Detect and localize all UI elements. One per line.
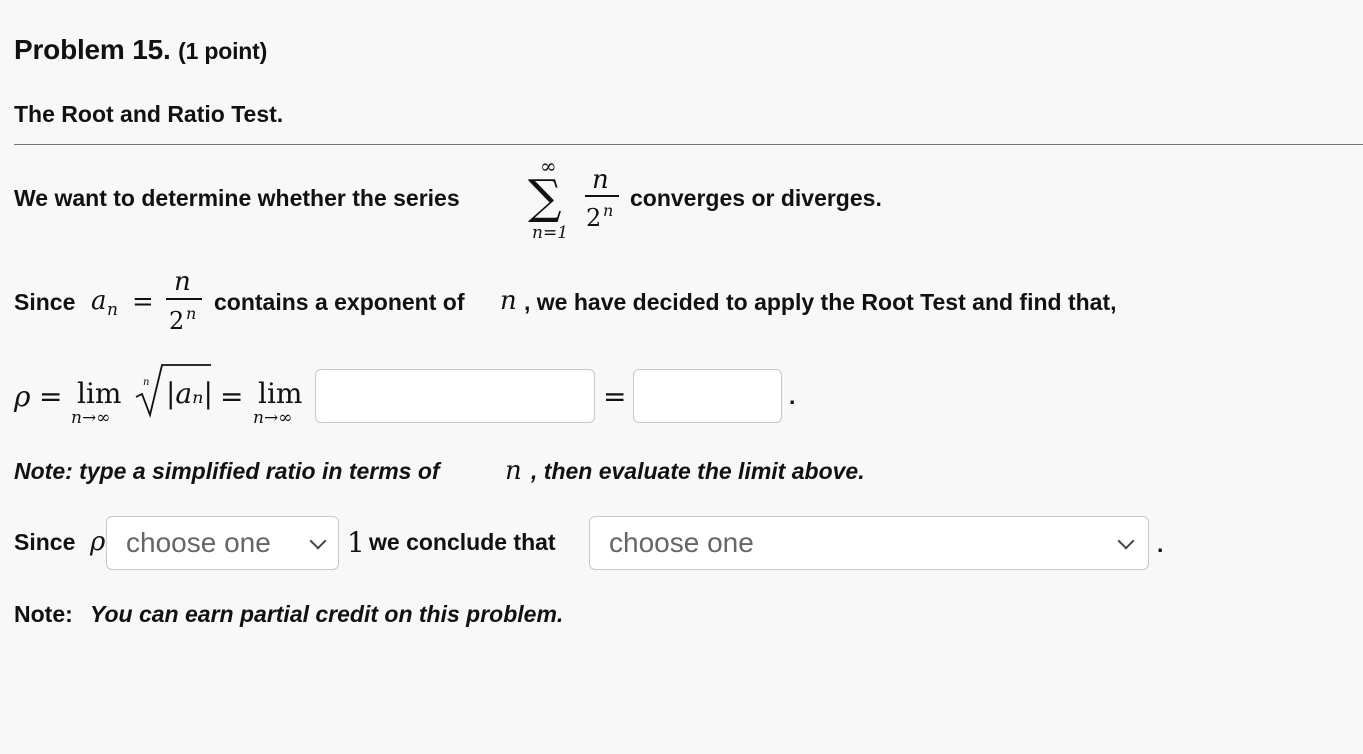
partial-credit-note: You can earn partial credit on this prob… [90,601,564,627]
series-fraction-line [585,195,619,197]
series-numerator: n [592,165,609,195]
comparison-select[interactable]: choose one [106,516,339,570]
absolute-value-term: |aₙ| [166,377,213,410]
root-statement-suffix: , we have decided to apply the Root Test… [524,289,1117,315]
second-equals: = [220,380,244,413]
sequence-term-subscript: n [107,300,118,320]
root-fraction-line [166,298,202,300]
chevron-down-icon [1117,532,1135,550]
ratio-expression-input[interactable] [315,369,595,423]
note-ratio-variable: n [505,456,522,486]
problem-points: (1 point) [178,38,268,64]
summation-lower-limit: n=1 [532,223,569,243]
conclusion-select[interactable]: choose one [589,516,1149,570]
summation-symbol: ∑ [528,170,562,225]
section-title: The Root and Ratio Test. [14,101,284,127]
problem-number: Problem 15. [14,34,171,65]
series-denominator: 2 [586,204,602,232]
chevron-down-icon [309,532,327,550]
root-variable: n [500,286,517,316]
third-equals: = [603,380,627,413]
conclusion-period: . [1157,531,1164,557]
comparison-value: 1 [347,526,365,559]
note-ratio-suffix: , then evaluate the limit above. [531,458,865,484]
rho-line-period: . [789,383,796,409]
conclusion-rho: ρ [90,527,106,557]
series-denominator-exponent: n [603,201,614,220]
note-ratio-prefix: Note: type a simplified ratio in terms o… [14,458,440,484]
first-limit: lim [77,377,122,410]
limit-value-input[interactable] [633,369,782,423]
conclusion-prefix: Since [14,529,76,555]
comparison-select-value: choose one [126,527,271,558]
sequence-term: a [91,286,107,316]
problem-page: Problem 15. (1 point) The Root and Ratio… [0,0,1363,754]
root-denominator-exponent: n [186,304,197,323]
second-limit-subscript: n→∞ [253,408,293,428]
root-statement-equals: = [132,287,154,317]
divider [14,144,1363,145]
series-statement-suffix: converges or diverges. [630,185,882,211]
root-numerator: n [174,267,191,297]
root-statement-middle: contains a exponent of [214,289,465,315]
rho-symbol: ρ [14,380,31,413]
root-denominator: 2 [169,307,185,335]
series-statement-prefix: We want to determine whether the series [14,185,460,211]
second-limit: lim [258,377,303,410]
conclusion-middle: we conclude that [369,529,556,555]
root-statement-prefix: Since [14,289,76,315]
rho-equals: = [39,380,63,413]
conclusion-select-value: choose one [609,527,754,558]
problem-title: Problem 15. (1 point) [14,34,267,66]
partial-credit-label: Note: [14,601,73,627]
first-limit-subscript: n→∞ [71,408,111,428]
